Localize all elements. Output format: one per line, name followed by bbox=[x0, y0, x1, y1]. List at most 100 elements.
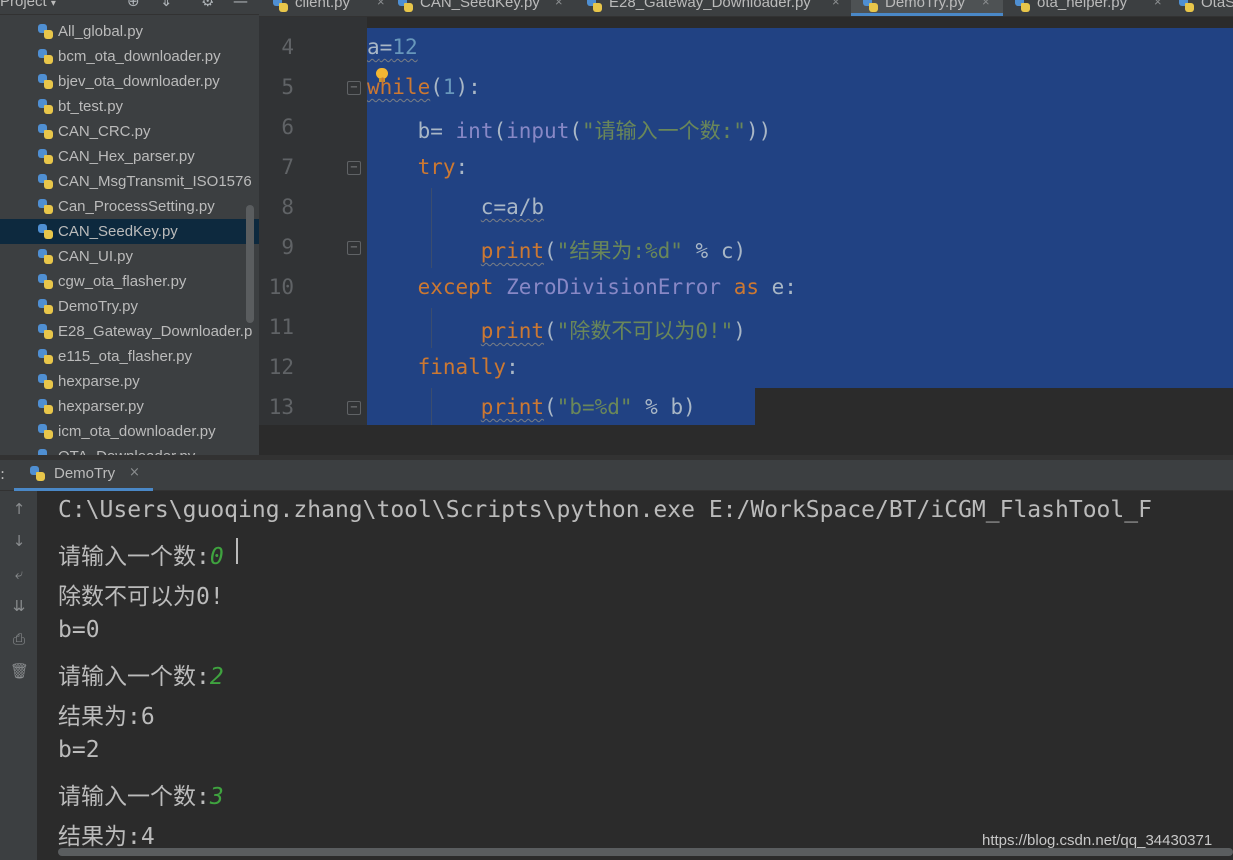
fold-toggle-icon[interactable]: − bbox=[347, 401, 361, 415]
print-icon[interactable]: ⎙ bbox=[10, 630, 28, 648]
tab-otas[interactable]: OtaS bbox=[1179, 0, 1233, 16]
trash-icon[interactable]: 🗑 bbox=[10, 662, 29, 680]
file-item-bcm-ota-downloader[interactable]: bcm_ota_downloader.py bbox=[0, 44, 259, 69]
code-line-11[interactable]: print("除数不可以为0!") bbox=[367, 315, 746, 345]
line-number: 4 bbox=[281, 35, 294, 59]
code-line-12[interactable]: finally: bbox=[367, 355, 519, 379]
file-item-bt-test[interactable]: bt_test.py bbox=[0, 94, 259, 119]
file-item-icm-ota-downloader[interactable]: icm_ota_downloader.py bbox=[0, 419, 259, 444]
python-file-icon bbox=[38, 274, 54, 290]
file-item-can-seedkey[interactable]: CAN_SeedKey.py bbox=[0, 219, 259, 244]
tab-e28-gateway-downloader[interactable]: E28_Gateway_Downloader.py × bbox=[587, 0, 847, 16]
file-name: CAN_Hex_parser.py bbox=[58, 148, 195, 165]
file-item-can-processsetting[interactable]: Can_ProcessSetting.py bbox=[0, 194, 259, 219]
user-input: 2 bbox=[209, 664, 224, 690]
line-number: 11 bbox=[268, 315, 294, 339]
close-icon[interactable]: × bbox=[129, 465, 140, 480]
file-name: bjev_ota_downloader.py bbox=[58, 73, 220, 90]
python-file-icon bbox=[38, 124, 54, 140]
tab-label: ota_helper.py bbox=[1037, 0, 1128, 11]
file-name: E28_Gateway_Downloader.p bbox=[58, 323, 253, 340]
soft-wrap-icon[interactable]: ⤶ bbox=[10, 565, 28, 583]
tab-label: DemoTry.py bbox=[885, 0, 966, 11]
file-item-bjev-ota-downloader[interactable]: bjev_ota_downloader.py bbox=[0, 69, 259, 94]
tab-ota-helper[interactable]: ota_helper.py × bbox=[1015, 0, 1165, 16]
run-tab-demotry[interactable]: DemoTry × bbox=[14, 460, 153, 491]
python-file-icon bbox=[1015, 0, 1031, 13]
console-line: 除数不可以为0! bbox=[58, 584, 224, 610]
file-name: hexparse.py bbox=[58, 373, 140, 390]
code-line-7[interactable]: try: bbox=[367, 155, 469, 179]
console-line: b=2 bbox=[58, 737, 100, 763]
tab-client[interactable]: client.py × bbox=[273, 0, 393, 16]
python-file-icon bbox=[38, 74, 54, 90]
scroll-to-end-icon[interactable]: ⇊ bbox=[10, 597, 28, 615]
file-name: Can_ProcessSetting.py bbox=[58, 198, 215, 215]
file-item-all-global[interactable]: All_global.py bbox=[0, 19, 259, 44]
file-item-ota-downloader[interactable]: OTA_Downloader.py bbox=[0, 444, 259, 455]
file-name: DemoTry.py bbox=[58, 298, 139, 315]
locate-icon[interactable]: ⊕ bbox=[127, 0, 140, 10]
close-icon[interactable]: × bbox=[555, 0, 563, 9]
file-item-can-crc[interactable]: CAN_CRC.py bbox=[0, 119, 259, 144]
file-item-can-msgtransmit[interactable]: CAN_MsgTransmit_ISO1576 bbox=[0, 169, 259, 194]
collapse-all-icon[interactable]: ⇕ bbox=[160, 0, 173, 10]
python-icon bbox=[30, 466, 46, 482]
close-icon[interactable]: × bbox=[832, 0, 840, 9]
file-item-cgw-ota-flasher[interactable]: cgw_ota_flasher.py bbox=[0, 269, 259, 294]
project-view-selector[interactable]: Project ▾ bbox=[0, 0, 56, 10]
code-line-10[interactable]: except ZeroDivisionError as e: bbox=[367, 275, 797, 299]
code-line-5[interactable]: while(1): bbox=[367, 75, 481, 99]
python-file-icon bbox=[587, 0, 603, 13]
close-icon[interactable]: × bbox=[377, 0, 385, 9]
python-file-icon bbox=[38, 399, 54, 415]
code-line-8[interactable]: c=a/b bbox=[367, 195, 544, 219]
run-side-toolbar: ↑ ↓ ⤶ ⇊ ⎙ 🗑 bbox=[0, 491, 37, 860]
text-caret bbox=[236, 538, 238, 564]
file-item-e115-ota-flasher[interactable]: e115_ota_flasher.py bbox=[0, 344, 259, 369]
file-name: CAN_UI.py bbox=[58, 248, 134, 265]
line-number: 13 bbox=[268, 395, 294, 419]
file-name: bt_test.py bbox=[58, 98, 124, 115]
file-item-e28-gateway-downloader[interactable]: E28_Gateway_Downloader.p bbox=[0, 319, 259, 344]
tab-can-seedkey[interactable]: CAN_SeedKey.py × bbox=[398, 0, 568, 16]
close-icon[interactable]: × bbox=[1154, 0, 1162, 9]
line-number: 12 bbox=[268, 355, 294, 379]
file-name: CAN_MsgTransmit_ISO1576 bbox=[58, 173, 252, 190]
file-item-hexparser[interactable]: hexparser.py bbox=[0, 394, 259, 419]
tab-demotry[interactable]: DemoTry.py × bbox=[851, 0, 1003, 16]
arrow-down-icon[interactable]: ↓ bbox=[10, 532, 28, 550]
file-item-hexparse[interactable]: hexparse.py bbox=[0, 369, 259, 394]
file-name: CAN_CRC.py bbox=[58, 123, 151, 140]
fold-toggle-icon[interactable]: − bbox=[347, 161, 361, 175]
fold-toggle-icon[interactable]: − bbox=[347, 81, 361, 95]
close-icon[interactable]: × bbox=[982, 0, 990, 9]
code-line-4[interactable]: a=12 bbox=[367, 35, 418, 59]
gear-icon[interactable]: ⚙ bbox=[201, 0, 214, 10]
console-horizontal-scrollbar[interactable] bbox=[58, 848, 1233, 856]
arrow-up-icon[interactable]: ↑ bbox=[10, 500, 28, 518]
file-item-can-ui[interactable]: CAN_UI.py bbox=[0, 244, 259, 269]
code-line-9[interactable]: print("结果为:%d" % c) bbox=[367, 235, 746, 265]
code-line-6[interactable]: b= int(input("请输入一个数:")) bbox=[367, 115, 772, 145]
file-item-demotry[interactable]: DemoTry.py bbox=[0, 294, 259, 319]
python-file-icon bbox=[273, 0, 289, 13]
console-line: 请输入一个数:2 bbox=[58, 664, 224, 690]
python-file-icon bbox=[38, 249, 54, 265]
user-input: 0 bbox=[209, 544, 224, 570]
project-scrollbar[interactable] bbox=[246, 205, 254, 323]
tab-label: E28_Gateway_Downloader.py bbox=[609, 0, 811, 11]
file-name: hexparser.py bbox=[58, 398, 144, 415]
run-label-colon: : bbox=[0, 465, 6, 483]
code-line-13[interactable]: print("b=%d" % b) bbox=[367, 395, 696, 419]
line-number: 6 bbox=[281, 115, 294, 139]
hide-panel-icon[interactable]: — bbox=[233, 0, 248, 10]
python-file-icon bbox=[38, 224, 54, 240]
tab-label: OtaS bbox=[1201, 0, 1233, 11]
line-number: 8 bbox=[281, 195, 294, 219]
file-item-can-hex-parser[interactable]: CAN_Hex_parser.py bbox=[0, 144, 259, 169]
run-tool-window-header bbox=[0, 460, 1233, 491]
python-file-icon bbox=[38, 199, 54, 215]
python-file-icon bbox=[38, 24, 54, 40]
fold-toggle-icon[interactable]: − bbox=[347, 241, 361, 255]
